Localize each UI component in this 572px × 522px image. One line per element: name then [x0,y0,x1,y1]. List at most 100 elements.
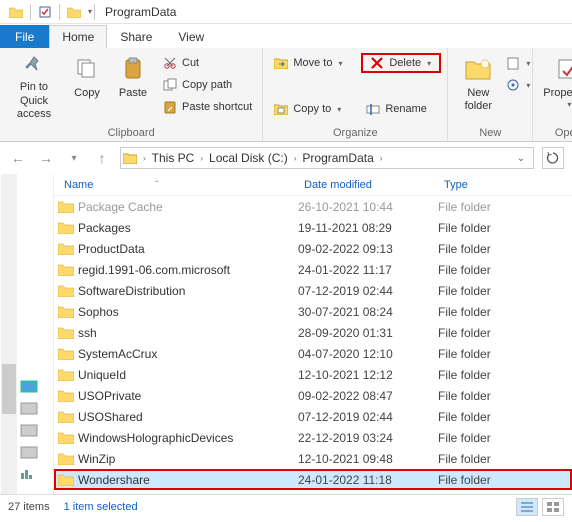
details-view-button[interactable] [516,498,538,516]
group-clipboard-label: Clipboard [6,125,256,141]
crumb-drive[interactable]: Local Disk (C:) [207,151,290,165]
column-headers: Name ˆ Date modified Type [54,174,572,196]
delete-button[interactable]: Delete ▾ [361,53,441,73]
chevron-right-icon[interactable]: › [378,154,385,163]
file-type: File folder [438,242,572,256]
tab-share[interactable]: Share [107,25,165,48]
cut-button[interactable]: Cut [158,53,256,73]
table-row[interactable]: WindowsHolographicDevices22-12-2019 03:2… [54,427,572,448]
pin-to-quick-access-button[interactable]: Pin to Quick access [6,51,62,123]
table-row[interactable]: Wondershare24-01-2022 11:18File folder [54,469,572,490]
folder-icon [66,4,82,20]
chevron-right-icon[interactable]: › [198,154,205,163]
column-name[interactable]: Name ˆ [58,179,298,191]
refresh-button[interactable] [542,147,564,169]
back-button[interactable]: ← [8,148,28,168]
navigation-pane[interactable] [0,174,54,494]
nav-scrollbar[interactable] [1,174,17,494]
new-folder-label: New folder [456,87,500,113]
new-folder-button[interactable]: New folder [454,51,502,123]
separator [94,4,95,20]
new-item-button[interactable]: ▾ [506,53,526,73]
nav-tree-item[interactable] [20,445,40,463]
nav-tree-item[interactable] [20,401,40,419]
crumb-folder[interactable]: ProgramData [300,151,375,165]
file-name: Wondershare [78,473,150,487]
file-name: SystemAcCrux [78,347,157,361]
qat-properties-icon[interactable] [37,4,53,20]
chevron-down-icon: ▾ [526,59,530,68]
scrollbar-thumb[interactable] [2,364,16,414]
qat-dropdown-icon[interactable]: ▾ [88,7,92,16]
file-name: Sophos [78,305,119,319]
nav-tree-item[interactable] [20,379,40,397]
paste-button[interactable]: Paste [112,51,154,123]
file-date: 09-02-2022 08:47 [298,389,438,403]
file-name: Package Cache [78,200,163,214]
rename-button[interactable]: Rename [361,99,441,119]
tab-file[interactable]: File [0,25,49,48]
column-type[interactable]: Type [438,179,572,191]
breadcrumb[interactable]: › This PC › Local Disk (C:) › ProgramDat… [120,147,534,169]
file-name: ProductData [78,242,145,256]
move-to-button[interactable]: Move to ▾ [269,53,357,73]
item-count: 27 items [8,501,50,513]
column-date[interactable]: Date modified [298,179,438,191]
table-row[interactable]: USOShared07-12-2019 02:44File folder [54,406,572,427]
chevron-right-icon[interactable]: › [141,154,148,163]
group-new-label: New [454,125,526,141]
chevron-right-icon[interactable]: › [292,154,299,163]
recent-locations-button[interactable]: ▾ [64,148,84,168]
file-type: File folder [438,200,572,214]
address-dropdown-icon[interactable]: ⌄ [511,148,531,168]
table-row[interactable]: USOPrivate09-02-2022 08:47File folder [54,385,572,406]
table-row[interactable]: Sophos30-07-2021 08:24File folder [54,301,572,322]
table-row[interactable]: WinZip12-10-2021 09:48File folder [54,448,572,469]
properties-button[interactable]: Properties ▾ [539,51,572,123]
file-type: File folder [438,221,572,235]
table-row[interactable]: regid.1991-06.com.microsoft24-01-2022 11… [54,259,572,280]
copy-button[interactable]: Copy [66,51,108,123]
folder-icon [58,200,74,214]
copy-path-button[interactable]: Copy path [158,75,256,95]
ribbon: Pin to Quick access Copy Paste [0,48,572,142]
icons-view-button[interactable] [542,498,564,516]
file-type: File folder [438,473,572,487]
table-row[interactable]: ProductData 09-02-2022 09:13File folder [54,238,572,259]
file-type: File folder [438,263,572,277]
file-type: File folder [438,347,572,361]
file-name: WinZip [78,452,115,466]
tab-home[interactable]: Home [49,25,107,48]
copy-icon [71,53,103,85]
rename-label: Rename [385,103,427,115]
file-date: 24-01-2022 11:17 [298,263,438,277]
folder-icon [58,326,74,340]
table-row[interactable]: SystemAcCrux04-07-2020 12:10File folder [54,343,572,364]
file-type: File folder [438,368,572,382]
table-row[interactable]: Packages19-11-2021 08:29File folder [54,217,572,238]
table-row[interactable]: UniqueId12-10-2021 12:12File folder [54,364,572,385]
table-row[interactable]: SoftwareDistribution07-12-2019 02:44File… [54,280,572,301]
file-date: 22-12-2019 03:24 [298,431,438,445]
paste-shortcut-button[interactable]: Paste shortcut [158,97,256,117]
table-row[interactable]: Package Cache26-10-2021 10:44File folder [54,196,572,217]
tab-view[interactable]: View [165,25,217,48]
folder-icon [58,389,74,403]
nav-tree-item[interactable] [20,423,40,441]
crumb-this-pc[interactable]: This PC [150,151,197,165]
file-date: 09-02-2022 09:13 [298,242,438,256]
group-organize: Move to ▾ Copy to ▾ Delete [263,48,448,141]
copy-to-button[interactable]: Copy to ▾ [269,99,357,119]
status-bar: 27 items 1 item selected [0,494,572,518]
folder-icon [58,305,74,319]
paste-icon [117,53,149,85]
nav-tree-item[interactable] [20,467,40,485]
new-item-icon [506,55,520,71]
chevron-down-icon: ▾ [567,100,571,109]
table-row[interactable]: ssh28-09-2020 01:31File folder [54,322,572,343]
delete-label: Delete [389,57,421,69]
forward-button[interactable]: → [36,148,56,168]
folder-icon [58,473,74,487]
up-button[interactable]: ↑ [92,148,112,168]
easy-access-button[interactable]: ▾ [506,75,526,95]
